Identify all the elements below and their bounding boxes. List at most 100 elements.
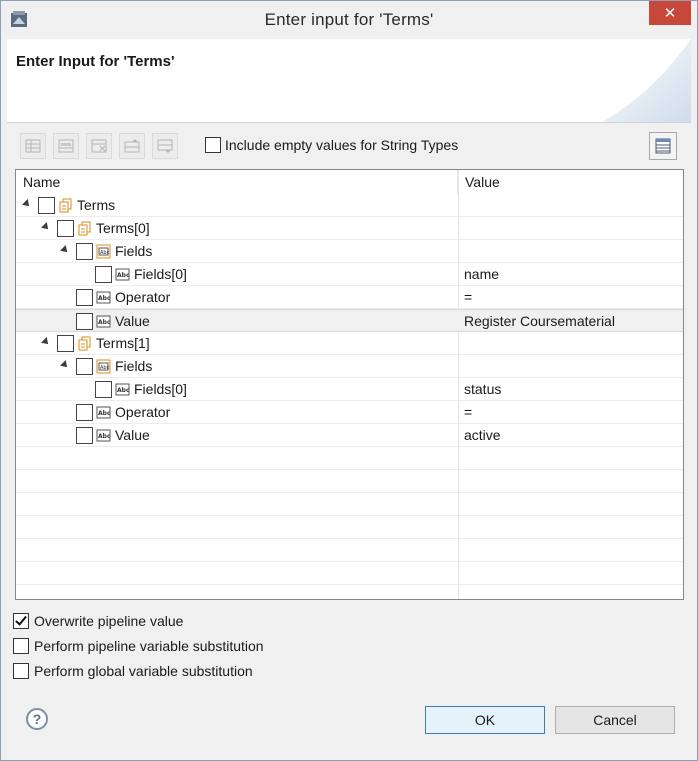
row-checkbox[interactable] xyxy=(57,220,74,237)
node-label: Operator xyxy=(115,404,171,420)
tree-row[interactable]: Terms xyxy=(16,194,683,217)
add-row-icon xyxy=(25,139,41,153)
pipeline-substitution-checkbox[interactable] xyxy=(13,638,29,654)
include-empty-option[interactable]: Include empty values for String Types xyxy=(205,137,458,153)
node-value[interactable]: active xyxy=(464,427,501,443)
tree-row[interactable]: Abc Operator = xyxy=(16,286,683,309)
string-icon: Abc xyxy=(96,429,111,442)
insert-row-button[interactable] xyxy=(53,133,79,159)
row-checkbox[interactable] xyxy=(76,289,93,306)
row-checkbox[interactable] xyxy=(76,243,93,260)
svg-text:Abc: Abc xyxy=(98,295,111,302)
delete-row-button[interactable] xyxy=(86,133,112,159)
empty-row xyxy=(16,470,683,493)
move-down-button[interactable] xyxy=(152,133,178,159)
string-icon: Abc xyxy=(115,268,130,281)
toolbar: Include empty values for String Types xyxy=(7,123,691,167)
row-checkbox[interactable] xyxy=(95,266,112,283)
insert-row-icon xyxy=(58,139,74,153)
row-checkbox[interactable] xyxy=(76,404,93,421)
add-row-button[interactable] xyxy=(20,133,46,159)
dialog-header: Enter Input for 'Terms' xyxy=(7,39,691,123)
node-label: Terms xyxy=(77,197,116,213)
tree-row[interactable]: Abc Value Register Coursematerial xyxy=(16,309,683,332)
global-substitution-label: Perform global variable substitution xyxy=(34,663,253,679)
expand-toggle-icon[interactable] xyxy=(41,337,51,347)
node-label: Value xyxy=(115,313,150,329)
overwrite-pipeline-option[interactable]: Overwrite pipeline value xyxy=(13,613,183,629)
name-column-header[interactable]: Name xyxy=(16,170,458,194)
node-label: Fields[0] xyxy=(134,381,187,397)
expand-toggle-icon[interactable] xyxy=(60,360,70,370)
include-empty-checkbox[interactable] xyxy=(205,137,221,153)
row-checkbox[interactable] xyxy=(57,335,74,352)
global-substitution-option[interactable]: Perform global variable substitution xyxy=(13,663,253,679)
svg-text:Abc: Abc xyxy=(117,272,130,279)
row-checkbox[interactable] xyxy=(76,313,93,330)
checkmark-icon xyxy=(15,613,27,626)
tree-row[interactable]: Abc Fields xyxy=(16,355,683,378)
node-value[interactable]: = xyxy=(464,404,472,420)
svg-text:Abc: Abc xyxy=(98,433,111,440)
expand-toggle-icon[interactable] xyxy=(60,245,70,255)
row-checkbox[interactable] xyxy=(38,197,55,214)
node-label: Terms[1] xyxy=(96,335,150,351)
document-list-icon xyxy=(78,221,91,236)
tree-row[interactable]: Terms[1] xyxy=(16,332,683,355)
move-up-button[interactable] xyxy=(119,133,145,159)
string-icon: Abc xyxy=(96,291,111,304)
ok-button[interactable]: OK xyxy=(425,706,545,734)
title-bar: Enter input for 'Terms' ✕ xyxy=(1,1,697,39)
value-column-header[interactable]: Value xyxy=(458,170,683,194)
expand-toggle-icon[interactable] xyxy=(41,222,51,232)
global-substitution-checkbox[interactable] xyxy=(13,663,29,679)
dialog-window: Enter input for 'Terms' ✕ Enter Input fo… xyxy=(0,0,698,761)
svg-text:Abc: Abc xyxy=(100,250,110,256)
move-up-icon xyxy=(124,139,140,153)
pipeline-substitution-label: Perform pipeline variable substitution xyxy=(34,638,264,654)
overwrite-pipeline-checkbox[interactable] xyxy=(13,613,29,629)
move-down-icon xyxy=(157,139,173,153)
help-button[interactable]: ? xyxy=(26,708,48,730)
svg-text:Abc: Abc xyxy=(98,319,111,326)
string-icon: Abc xyxy=(96,406,111,419)
tree-row[interactable]: Abc Operator = xyxy=(16,401,683,424)
tree-row[interactable]: Terms[0] xyxy=(16,217,683,240)
table-view-icon xyxy=(655,138,671,154)
pipeline-substitution-option[interactable]: Perform pipeline variable substitution xyxy=(13,638,264,654)
empty-row xyxy=(16,539,683,562)
row-checkbox[interactable] xyxy=(95,381,112,398)
tree-row[interactable]: Abc Value active xyxy=(16,424,683,447)
empty-row xyxy=(16,447,683,470)
header-decoration xyxy=(602,39,691,122)
window-title: Enter input for 'Terms' xyxy=(264,10,434,29)
tree-row[interactable]: Abc Fields[0] status xyxy=(16,378,683,401)
row-checkbox[interactable] xyxy=(76,427,93,444)
string-icon: Abc xyxy=(115,383,130,396)
svg-text:Abc: Abc xyxy=(100,365,110,371)
node-label: Terms[0] xyxy=(96,220,150,236)
node-label: Fields xyxy=(115,358,153,374)
node-value[interactable]: Register Coursematerial xyxy=(464,313,615,329)
node-value[interactable]: = xyxy=(464,289,472,305)
row-checkbox[interactable] xyxy=(76,358,93,375)
cancel-button[interactable]: Cancel xyxy=(555,706,675,734)
node-label: Fields xyxy=(115,243,153,259)
tree-row[interactable]: Abc Fields xyxy=(16,240,683,263)
overwrite-pipeline-label: Overwrite pipeline value xyxy=(34,613,184,629)
svg-text:Abc: Abc xyxy=(117,387,130,394)
close-button[interactable]: ✕ xyxy=(649,1,691,25)
input-tree-table[interactable]: Name Value Terms Terms[0] Abc Fields Abc Fiel… xyxy=(15,169,684,600)
tree-row[interactable]: Abc Fields[0] name xyxy=(16,263,683,286)
svg-text:Abc: Abc xyxy=(98,410,111,417)
string-icon: Abc xyxy=(96,315,111,328)
include-empty-label: Include empty values for String Types xyxy=(225,137,459,153)
document-list-icon xyxy=(59,198,72,213)
table-view-button[interactable] xyxy=(649,132,677,160)
node-value[interactable]: status xyxy=(464,381,501,397)
node-label: Fields[0] xyxy=(134,266,187,282)
node-label: Value xyxy=(115,427,150,443)
string-list-icon: Abc xyxy=(96,359,111,374)
expand-toggle-icon[interactable] xyxy=(22,199,32,209)
node-value[interactable]: name xyxy=(464,266,499,282)
